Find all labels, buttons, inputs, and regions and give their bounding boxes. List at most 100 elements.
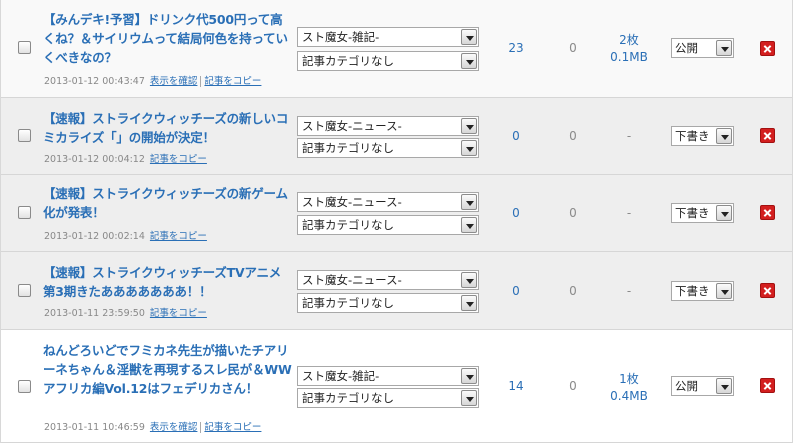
post-row: 【速報】ストライクウィッチーズの新しいコミカライズ「」の開始が決定！ 2013-… [1,98,792,175]
chevron-down-icon [461,53,477,69]
subcategory-select[interactable]: 記事カテゴリなし [297,138,479,158]
category-value: スト魔女-ニュース- [302,273,402,287]
post-list: 【みんデキ!予習】ドリンク代500円って高くね？＆サイリウムって結局何色を持って… [0,0,793,443]
chevron-down-icon [716,283,732,299]
view-post-link[interactable]: 表示を確認 [150,422,198,433]
subcategory-value: 記事カテゴリなし [302,296,394,310]
chevron-down-icon [461,194,477,210]
count-b: 0 [569,206,577,220]
category-select[interactable]: スト魔女-ニュース- [297,192,479,212]
chevron-down-icon [461,118,477,134]
status-select[interactable]: 公開 [671,376,734,396]
chevron-down-icon [461,368,477,384]
post-date: 2013-01-11 23:59:50 [44,308,145,319]
image-count: - [626,129,632,143]
image-info: - [601,205,657,222]
post-row: 【みんデキ!予習】ドリンク代500円って高くね？＆サイリウムって結局何色を持って… [1,0,792,98]
select-checkbox[interactable] [18,129,31,142]
chevron-down-icon [716,128,732,144]
category-select[interactable]: スト魔女-雑記- [297,27,479,47]
select-checkbox[interactable] [18,380,31,393]
category-select[interactable]: スト魔女-ニュース- [297,116,479,136]
subcategory-select[interactable]: 記事カテゴリなし [297,388,479,408]
status-select[interactable]: 下書き [671,281,734,301]
count-a[interactable]: 0 [496,206,536,220]
status-value: 公開 [675,379,698,393]
post-meta: 2013-01-12 00:04:12 記事をコピー [44,151,207,165]
category-select[interactable]: スト魔女-ニュース- [297,270,479,290]
status-select[interactable]: 下書き [671,203,734,223]
copy-post-link[interactable]: 記事をコピー [150,308,207,319]
subcategory-select[interactable]: 記事カテゴリなし [297,293,479,313]
post-row: ねんどろいどでフミカネ先生が描いたチアリーネちゃん＆淫獣を再現するスレ民が＆WW… [1,330,792,443]
count-a[interactable]: 14 [496,379,536,393]
category-value: スト魔女-雑記- [302,369,380,383]
subcategory-value: 記事カテゴリなし [302,54,394,68]
post-title-link[interactable]: 【速報】ストライクウィッチーズの新しいコミカライズ「」の開始が決定！ [43,109,293,147]
category-value: スト魔女-ニュース- [302,119,402,133]
chevron-down-icon [461,29,477,45]
post-title-link[interactable]: 【速報】ストライクウィッチーズTVアニメ第3期きたあああああああ！！ [43,263,293,301]
category-value: スト魔女-ニュース- [302,195,402,209]
category-value: スト魔女-雑記- [302,30,380,44]
count-b: 0 [569,284,577,298]
delete-icon[interactable] [760,205,775,220]
image-size: 0.1MB [610,50,648,64]
status-select[interactable]: 下書き [671,126,734,146]
chevron-down-icon [461,217,477,233]
chevron-down-icon [716,40,732,56]
post-row: 【速報】ストライクウィッチーズTVアニメ第3期きたあああああああ！！ 2013-… [1,252,792,330]
chevron-down-icon [461,295,477,311]
post-meta: 2013-01-12 00:43:47 表示を確認 記事をコピー [44,73,262,87]
post-title-link[interactable]: 【みんデキ!予習】ドリンク代500円って高くね？＆サイリウムって結局何色を持って… [43,10,293,67]
count-a[interactable]: 23 [496,41,536,55]
subcategory-value: 記事カテゴリなし [302,391,394,405]
image-info: - [601,128,657,145]
chevron-down-icon [716,205,732,221]
delete-icon[interactable] [760,283,775,298]
count-b: 0 [569,41,577,55]
status-value: 下書き [675,284,710,298]
select-checkbox[interactable] [18,206,31,219]
post-meta: 2013-01-12 00:02:14 記事をコピー [44,228,207,242]
copy-post-link[interactable]: 記事をコピー [150,154,207,165]
select-checkbox[interactable] [18,284,31,297]
subcategory-select[interactable]: 記事カテゴリなし [297,51,479,71]
category-select[interactable]: スト魔女-雑記- [297,366,479,386]
view-post-link[interactable]: 表示を確認 [150,76,198,87]
image-count: - [626,284,632,298]
post-date: 2013-01-12 00:04:12 [44,154,145,165]
chevron-down-icon [716,378,732,394]
chevron-down-icon [461,272,477,288]
count-b: 0 [569,379,577,393]
image-count: 2枚 [619,33,639,47]
post-title-link[interactable]: 【速報】ストライクウィッチーズの新ゲーム化が発表！ [43,184,293,222]
copy-post-link[interactable]: 記事をコピー [150,231,207,242]
chevron-down-icon [461,390,477,406]
count-a[interactable]: 0 [496,284,536,298]
image-count: - [626,206,632,220]
delete-icon[interactable] [760,378,775,393]
copy-post-link[interactable]: 記事をコピー [200,422,262,433]
select-checkbox[interactable] [18,41,31,54]
delete-icon[interactable] [760,41,775,56]
image-info[interactable]: 2枚 0.1MB [601,32,657,66]
status-value: 下書き [675,206,710,220]
post-meta: 2013-01-11 23:59:50 記事をコピー [44,305,207,319]
status-value: 下書き [675,129,710,143]
subcategory-value: 記事カテゴリなし [302,141,394,155]
subcategory-select[interactable]: 記事カテゴリなし [297,215,479,235]
image-size: 0.4MB [610,389,648,403]
status-select[interactable]: 公開 [671,38,734,58]
post-date: 2013-01-12 00:02:14 [44,231,145,242]
image-info: - [601,283,657,300]
delete-icon[interactable] [760,128,775,143]
post-title-link[interactable]: ねんどろいどでフミカネ先生が描いたチアリーネちゃん＆淫獣を再現するスレ民が＆WW… [43,341,293,398]
status-value: 公開 [675,41,698,55]
image-info[interactable]: 1枚 0.4MB [601,371,657,405]
subcategory-value: 記事カテゴリなし [302,218,394,232]
image-count: 1枚 [619,372,639,386]
count-a[interactable]: 0 [496,129,536,143]
copy-post-link[interactable]: 記事をコピー [200,76,262,87]
post-date: 2013-01-12 00:43:47 [44,76,145,87]
